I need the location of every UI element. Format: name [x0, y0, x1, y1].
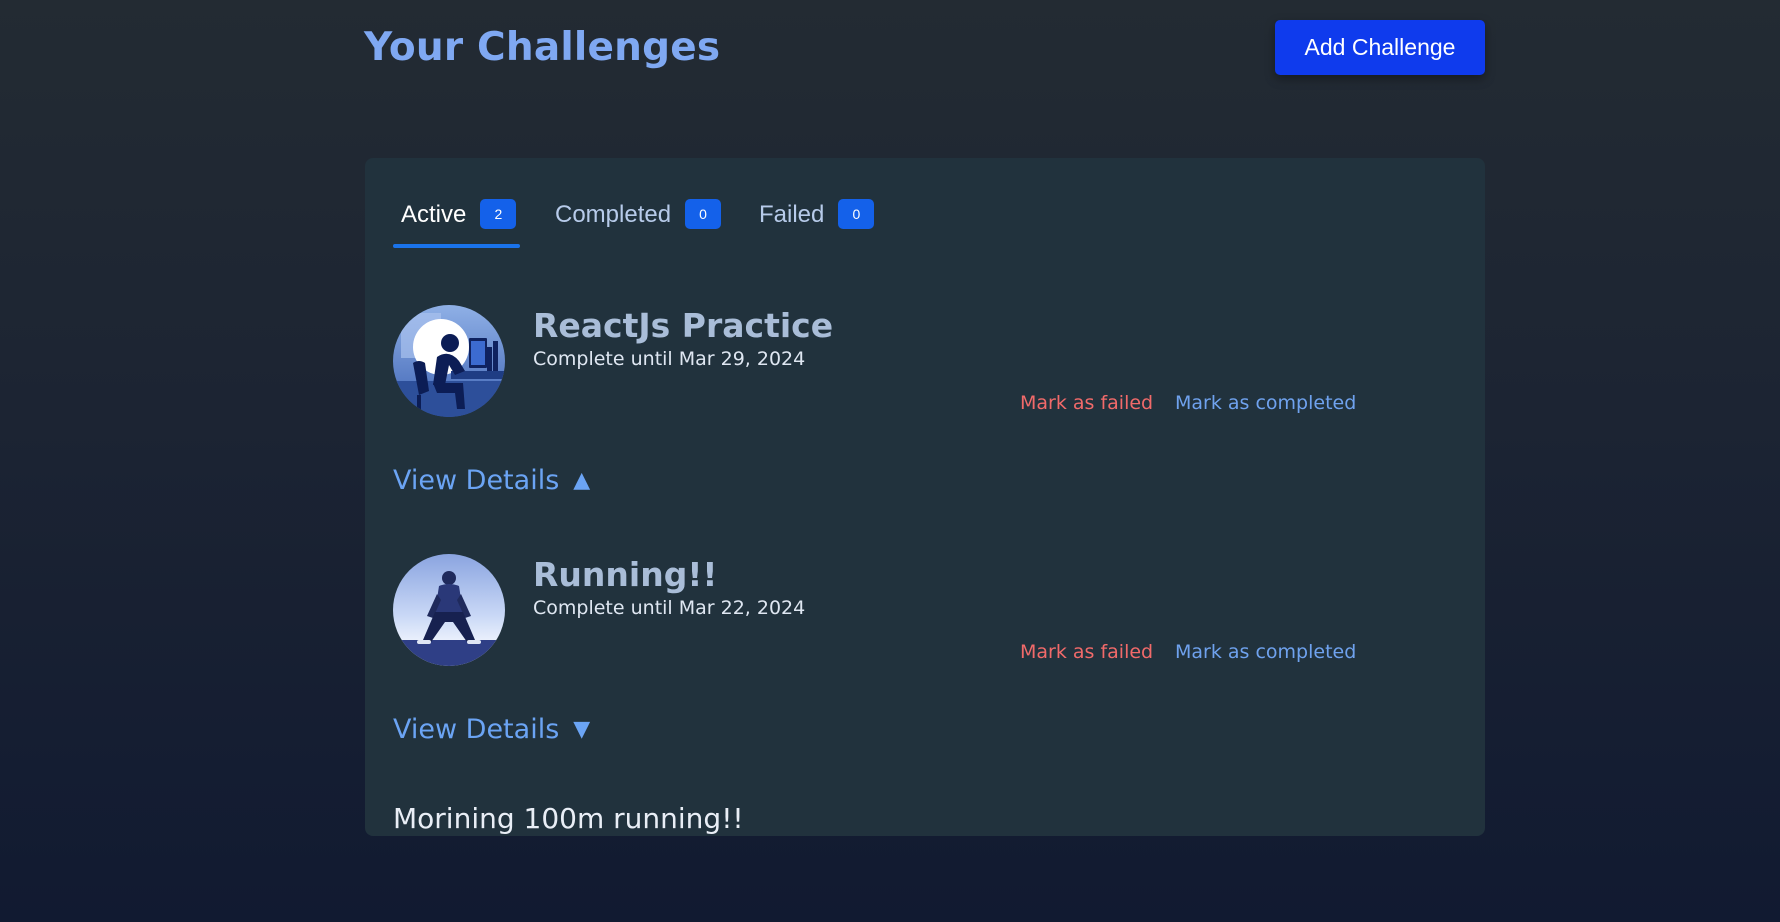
- mark-as-failed-button[interactable]: Mark as failed: [1020, 640, 1153, 664]
- tab-active-label: Active: [401, 201, 467, 228]
- challenges-panel: Active 2 Completed 0 Failed 0 ReactJs Pr…: [365, 158, 1485, 836]
- tab-completed[interactable]: Completed 0: [555, 198, 722, 248]
- view-details-label: View Details: [393, 465, 560, 496]
- tab-failed[interactable]: Failed 0: [759, 198, 875, 248]
- view-details-toggle[interactable]: View Details ▼: [393, 712, 590, 748]
- person-stretching-icon: [393, 554, 505, 666]
- challenge-deadline: Complete until Mar 22, 2024: [533, 597, 806, 619]
- add-challenge-button[interactable]: Add Challenge: [1275, 20, 1485, 75]
- challenge-title: ReactJs Practice: [533, 306, 834, 345]
- mark-as-failed-button[interactable]: Mark as failed: [1020, 391, 1153, 415]
- tab-active[interactable]: Active 2: [401, 198, 517, 248]
- tab-failed-count-badge: 0: [838, 199, 875, 229]
- active-tab-indicator: [393, 244, 520, 248]
- tab-completed-count-badge: 0: [685, 199, 722, 229]
- challenge-deadline: Complete until Mar 29, 2024: [533, 348, 806, 370]
- tab-completed-label: Completed: [555, 201, 672, 228]
- challenge-description: Morining 100m running!!: [393, 802, 744, 835]
- page-header: Your Challenges Add Challenge: [364, 20, 1485, 75]
- challenge-title: Running!!: [533, 555, 718, 594]
- tab-failed-label: Failed: [759, 201, 825, 228]
- chevron-up-icon: ▲: [573, 468, 591, 493]
- view-details-label: View Details: [393, 714, 560, 745]
- person-at-computer-icon: [393, 305, 505, 417]
- chevron-down-icon: ▼: [573, 717, 591, 742]
- mark-as-completed-button[interactable]: Mark as completed: [1175, 640, 1356, 664]
- tab-active-count-badge: 2: [480, 199, 517, 229]
- view-details-toggle[interactable]: View Details ▲: [393, 463, 590, 499]
- page-title: Your Challenges: [364, 25, 721, 70]
- mark-as-completed-button[interactable]: Mark as completed: [1175, 391, 1356, 415]
